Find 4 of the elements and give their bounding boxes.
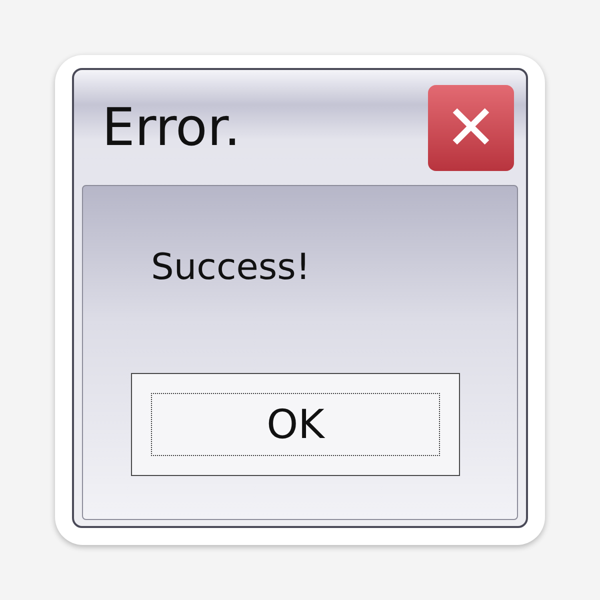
close-button[interactable]: ✕ xyxy=(428,84,514,170)
message-text: Success! xyxy=(151,246,312,290)
window-title: Error. xyxy=(102,96,241,160)
ok-button[interactable]: OK xyxy=(131,373,460,476)
